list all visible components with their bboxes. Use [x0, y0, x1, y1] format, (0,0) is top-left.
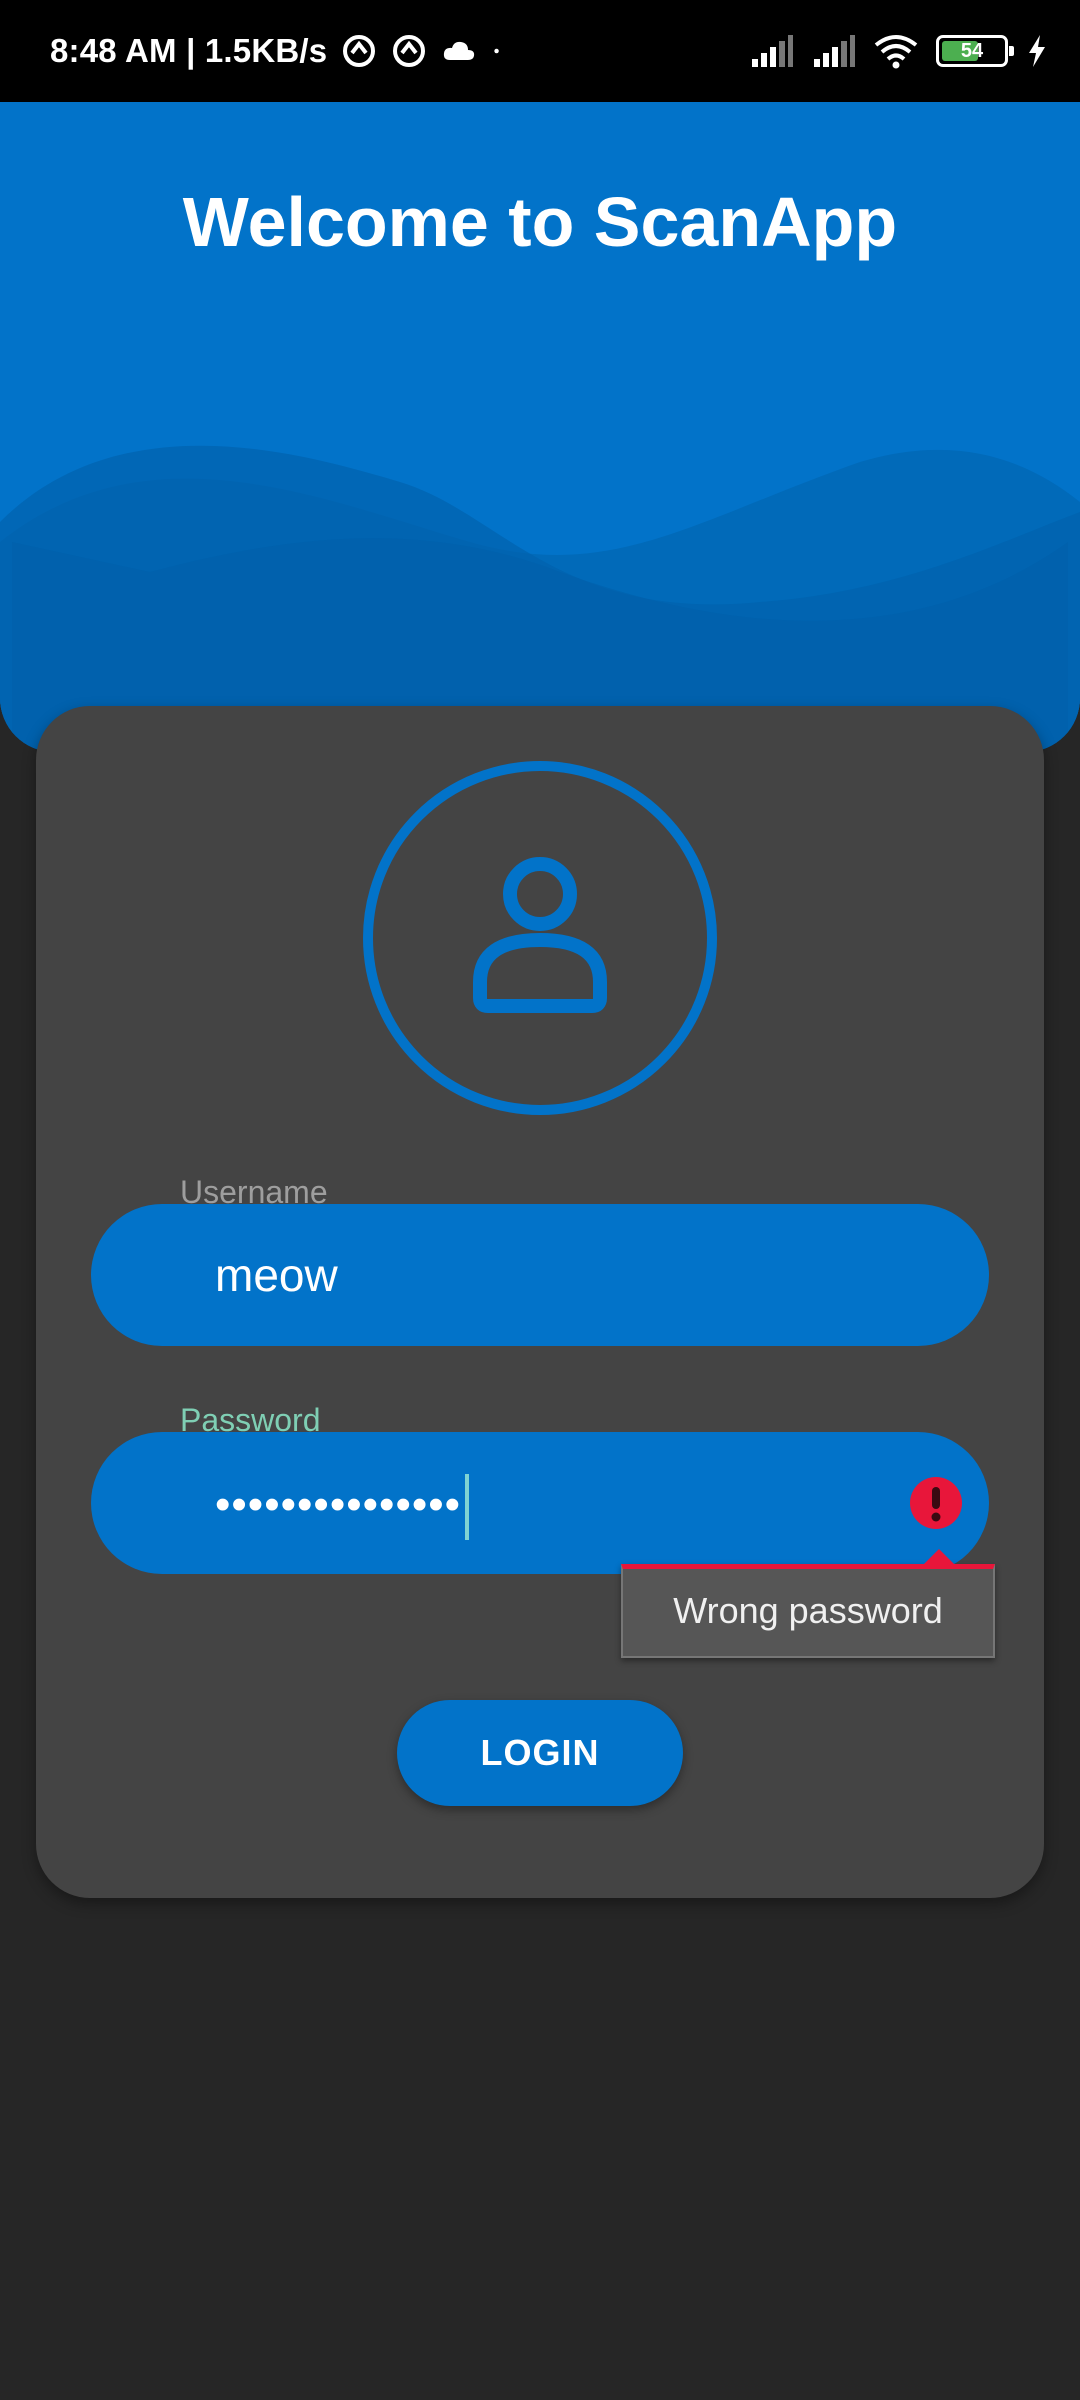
text-cursor: [465, 1473, 470, 1540]
user-icon: [363, 761, 717, 1115]
signal-icon: [752, 35, 793, 67]
status-time-speed: 8:48 AM | 1.5KB/s: [50, 32, 328, 69]
login-button[interactable]: LOGIN: [397, 1700, 683, 1806]
sync-icon: [343, 35, 376, 67]
username-value: meow: [215, 1249, 338, 1301]
status-bar: 8:48 AM | 1.5KB/s 54: [0, 0, 1080, 102]
error-message: Wrong password: [673, 1590, 943, 1631]
battery-nub: [1009, 46, 1014, 56]
password-mask: •••••••••••••••: [215, 1480, 462, 1529]
status-left: 8:48 AM | 1.5KB/s: [50, 0, 511, 102]
error-popup-pointer: [923, 1549, 955, 1565]
battery-level: 54: [960, 40, 984, 62]
battery-icon: 54: [936, 35, 1014, 67]
cloud-icon: [444, 41, 475, 60]
password-value: •••••••••••••••: [215, 1432, 470, 1574]
sync-icon: [393, 35, 426, 67]
wifi-icon: [874, 35, 918, 69]
dot-icon: [494, 48, 500, 54]
error-popup: Wrong password: [621, 1549, 995, 1658]
status-right: 54: [750, 0, 1048, 102]
password-field[interactable]: •••••••••••••••: [91, 1432, 989, 1574]
charging-icon: [1029, 35, 1045, 67]
error-icon[interactable]: [909, 1476, 963, 1530]
header-banner: Welcome to ScanApp: [0, 102, 1080, 752]
login-screen: 8:48 AM | 1.5KB/s 54 Welcome to ScanApp …: [0, 0, 1080, 2400]
login-card: Username meow Password ••••••••••••••• W…: [36, 706, 1044, 1898]
signal-icon: [814, 35, 855, 67]
username-field[interactable]: meow: [91, 1204, 989, 1346]
page-title: Welcome to ScanApp: [182, 183, 898, 261]
